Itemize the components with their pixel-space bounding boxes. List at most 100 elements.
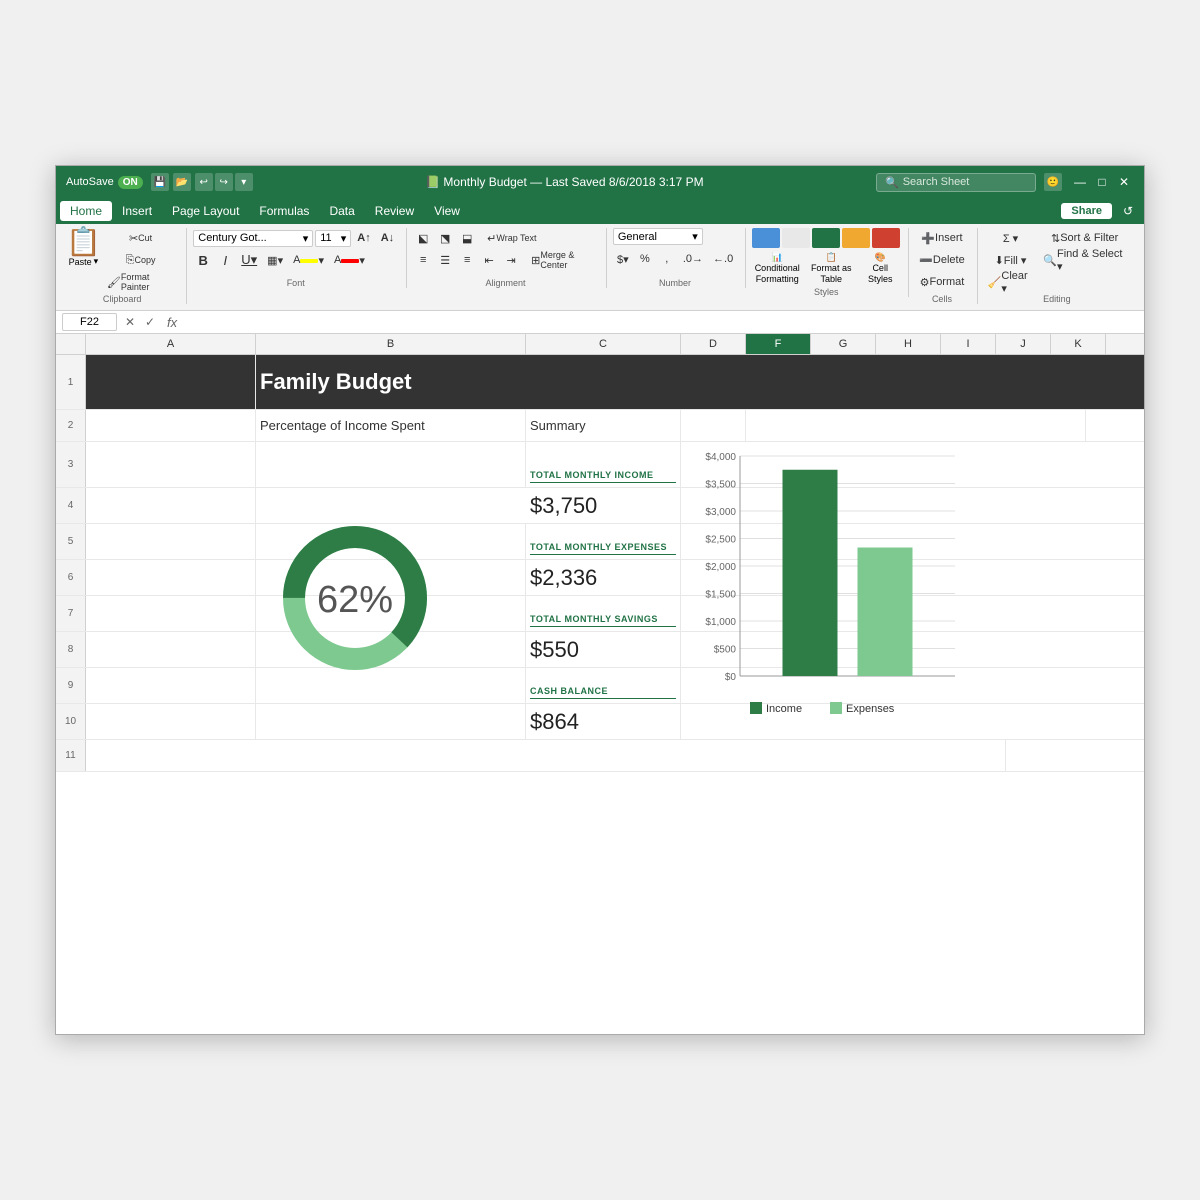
format-button[interactable]: ⚙ Format: [915, 272, 969, 292]
percent-button[interactable]: %: [635, 249, 655, 269]
cell-a8[interactable]: [86, 632, 256, 667]
style-swatch-orange[interactable]: [842, 228, 870, 248]
cell-c5[interactable]: TOTAL MONTHLY EXPENSES: [526, 524, 681, 559]
cell-a6[interactable]: [86, 560, 256, 595]
font-family-dropdown[interactable]: Century Got... ▾: [193, 230, 313, 247]
col-header-i[interactable]: J: [996, 334, 1051, 354]
col-header-d[interactable]: D: [681, 334, 746, 354]
menu-item-formulas[interactable]: Formulas: [249, 201, 319, 221]
style-swatch-light[interactable]: [782, 228, 810, 248]
copy-button[interactable]: ⎘ Copy: [103, 250, 178, 270]
cell-c7[interactable]: TOTAL MONTHLY SAVINGS: [526, 596, 681, 631]
cut-button[interactable]: ✂ Cut: [103, 228, 178, 248]
paste-dropdown[interactable]: Paste ▾: [69, 256, 99, 267]
paste-button[interactable]: 📋 Paste ▾: [66, 228, 101, 267]
border-button[interactable]: ▦▾: [263, 250, 287, 270]
cell-c3[interactable]: TOTAL MONTHLY INCOME: [526, 442, 681, 487]
cell-c4[interactable]: $3,750: [526, 488, 681, 523]
cell-b1[interactable]: Family Budget: [256, 355, 1006, 409]
cell-e2[interactable]: [746, 410, 1086, 441]
cell-a1[interactable]: [86, 355, 256, 409]
cell-b6[interactable]: [256, 560, 526, 595]
close-button[interactable]: ✕: [1114, 172, 1134, 192]
cell-c2[interactable]: Summary: [526, 410, 681, 441]
number-format-dropdown[interactable]: General ▾: [613, 228, 703, 245]
cell-c6[interactable]: $2,336: [526, 560, 681, 595]
col-header-b[interactable]: B: [256, 334, 526, 354]
align-top-left-button[interactable]: ⬕: [413, 228, 433, 248]
cell-c9[interactable]: CASH BALANCE: [526, 668, 681, 703]
fill-button[interactable]: ⬇ Fill ▾: [984, 250, 1038, 270]
cell-b10[interactable]: [256, 704, 526, 739]
align-top-right-button[interactable]: ⬓: [457, 228, 477, 248]
cell-styles-button[interactable]: 🎨 Cell Styles: [860, 252, 900, 285]
merge-center-button[interactable]: ⊞ Merge & Center: [527, 250, 598, 270]
font-color-button[interactable]: A ▾: [330, 250, 369, 270]
cell-b9[interactable]: [256, 668, 526, 703]
cancel-formula-icon[interactable]: ✕: [121, 313, 139, 331]
comma-button[interactable]: ,: [657, 249, 677, 269]
insert-button[interactable]: ➕ Insert: [915, 228, 969, 248]
cell-a5[interactable]: [86, 524, 256, 559]
sum-button[interactable]: Σ ▾: [984, 228, 1038, 248]
col-header-f[interactable]: G: [811, 334, 876, 354]
delete-button[interactable]: ➖ Delete: [915, 250, 969, 270]
save-icon[interactable]: 💾: [151, 173, 169, 191]
style-swatch-red[interactable]: [872, 228, 900, 248]
cell-a11[interactable]: [86, 740, 1006, 771]
cell-a10[interactable]: [86, 704, 256, 739]
menu-item-review[interactable]: Review: [365, 201, 424, 221]
maximize-button[interactable]: □: [1092, 172, 1112, 192]
cell-b8[interactable]: [256, 632, 526, 667]
cell-b2[interactable]: Percentage of Income Spent: [256, 410, 526, 441]
format-painter-button[interactable]: 🖌 Format Painter: [103, 272, 178, 292]
minimize-button[interactable]: —: [1070, 172, 1090, 192]
undo-icon-menu[interactable]: ↺: [1116, 199, 1140, 223]
cell-a9[interactable]: [86, 668, 256, 703]
decrease-font-button[interactable]: A↓: [377, 228, 398, 248]
decrease-decimal-button[interactable]: ←.0: [709, 249, 737, 269]
undo-icon[interactable]: ↩: [195, 173, 213, 191]
cell-b5[interactable]: [256, 524, 526, 559]
bold-button[interactable]: B: [193, 250, 213, 270]
col-header-g[interactable]: H: [876, 334, 941, 354]
cell-c8[interactable]: $550: [526, 632, 681, 667]
clear-button[interactable]: 🧹 Clear ▾: [984, 272, 1038, 292]
formula-input[interactable]: [185, 313, 1138, 331]
col-header-h[interactable]: I: [941, 334, 996, 354]
col-header-c[interactable]: C: [526, 334, 681, 354]
increase-indent-button[interactable]: ⇥: [501, 250, 521, 270]
decrease-indent-button[interactable]: ⇤: [479, 250, 499, 270]
col-header-j[interactable]: K: [1051, 334, 1106, 354]
wrap-text-button[interactable]: ↵ Wrap Text: [483, 228, 540, 248]
cell-a2[interactable]: [86, 410, 256, 441]
confirm-formula-icon[interactable]: ✓: [141, 313, 159, 331]
menu-item-home[interactable]: Home: [60, 201, 112, 221]
autosave-toggle[interactable]: ON: [118, 176, 143, 189]
cell-a3[interactable]: [86, 442, 256, 487]
cell-b7[interactable]: [256, 596, 526, 631]
cell-reference[interactable]: F22: [62, 313, 117, 331]
rows-area[interactable]: 1 Family Budget 2 Percentage of Income S…: [56, 355, 1144, 1034]
sort-filter-button[interactable]: ⇅ Sort & Filter: [1039, 228, 1130, 248]
menu-item-view[interactable]: View: [424, 201, 470, 221]
cell-b3[interactable]: [256, 442, 526, 487]
font-size-dropdown[interactable]: 11 ▾: [315, 230, 351, 247]
menu-item-data[interactable]: Data: [319, 201, 364, 221]
format-as-table-button[interactable]: 📋 Format as Table: [806, 252, 856, 285]
quick-access-down-icon[interactable]: ▾: [235, 173, 253, 191]
search-box[interactable]: 🔍 Search Sheet: [876, 173, 1036, 192]
redo-icon[interactable]: ↪: [215, 173, 233, 191]
cell-d3-chart[interactable]: $4,000$3,500$3,000$2,500$2,000$1,500$1,0…: [681, 442, 1061, 742]
share-button[interactable]: Share: [1061, 203, 1112, 219]
italic-button[interactable]: I: [215, 250, 235, 270]
menu-item-insert[interactable]: Insert: [112, 201, 162, 221]
align-center-button[interactable]: ☰: [435, 250, 455, 270]
open-icon[interactable]: 📂: [173, 173, 191, 191]
cell-a7[interactable]: [86, 596, 256, 631]
col-header-e[interactable]: F: [746, 334, 811, 354]
cell-a4[interactable]: [86, 488, 256, 523]
find-select-button[interactable]: 🔍 Find & Select ▾: [1039, 250, 1130, 270]
col-header-a[interactable]: A: [86, 334, 256, 354]
fill-color-button[interactable]: A ▾: [289, 250, 328, 270]
